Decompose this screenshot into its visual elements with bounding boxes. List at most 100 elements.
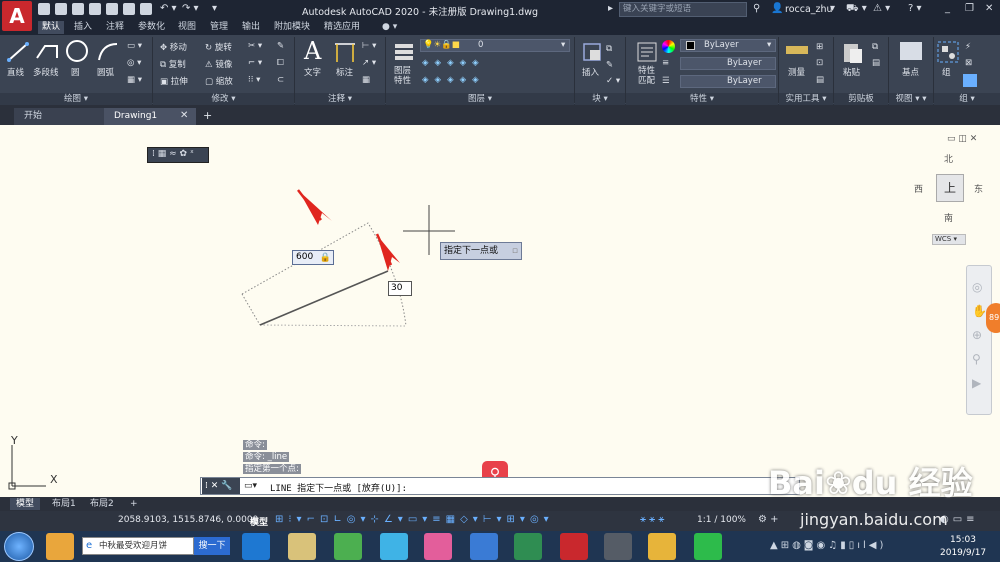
print-icon[interactable] <box>123 3 135 15</box>
nav-tools-icons[interactable]: ◎ ✋ ⊕ ⚲ ▶ <box>972 275 987 395</box>
paste-icon[interactable] <box>840 40 864 64</box>
coordinates-readout[interactable]: 2058.9103, 1515.8746, 0.0000 <box>118 515 258 525</box>
layers-panel-title[interactable]: 图层 ▾ <box>386 93 574 105</box>
rectangle-icon[interactable]: ▭ ▾ <box>127 41 142 51</box>
create-block-icon[interactable]: ⧉ <box>606 44 612 54</box>
id-point-icon[interactable]: ⊡ <box>816 58 823 68</box>
viewport-controls-icon[interactable]: ▭ ◫ ✕ <box>947 134 977 144</box>
viewcube-north[interactable]: 北 <box>944 152 953 165</box>
tab-extra-icon[interactable]: ● ▾ <box>378 21 401 34</box>
close-tab-icon[interactable]: ✕ <box>180 110 188 121</box>
arc-tool-icon[interactable] <box>96 40 120 64</box>
viewcube-east[interactable]: 东 <box>974 182 983 195</box>
circle-tool-icon[interactable] <box>64 38 90 64</box>
mirror-tool[interactable]: ⚠ 镜像 <box>205 58 232 70</box>
qat-dropdown-icon[interactable]: ▾ <box>212 3 217 14</box>
layer-properties-label[interactable]: 图层 特性 <box>394 66 411 86</box>
match-properties-icon[interactable] <box>635 40 659 64</box>
line-tool-label[interactable]: 直线 <box>7 66 24 78</box>
new-tab-icon[interactable]: + <box>203 109 212 122</box>
tab-featured-apps[interactable]: 精选应用 <box>320 21 364 34</box>
table-icon[interactable]: ▦ ▾ <box>127 75 142 85</box>
wcs-menu[interactable]: WCS ▾ <box>932 234 966 245</box>
match-properties-label[interactable]: 特性 匹配 <box>638 66 655 86</box>
search-input[interactable]: 键入关键字或短语 <box>619 2 747 17</box>
group-label[interactable]: 组 <box>942 66 951 78</box>
undo-icon[interactable]: ↶ ▾ <box>160 3 177 14</box>
color-wheel-icon[interactable] <box>662 40 675 53</box>
app-green-icon[interactable] <box>334 533 362 560</box>
minimize-icon[interactable]: _ <box>945 3 950 14</box>
paste-label[interactable]: 粘贴 <box>843 66 860 78</box>
draw-panel-title[interactable]: 绘图 ▾ <box>0 93 152 105</box>
edit-block-icon[interactable]: ✎ <box>606 60 613 70</box>
tab-addins[interactable]: 附加模块 <box>270 21 314 34</box>
properties-panel-title[interactable]: 特性 ▾ <box>626 93 778 105</box>
quick-select-icon[interactable]: ⊞ <box>816 42 823 52</box>
modify-panel-title[interactable]: 修改 ▾ <box>153 93 294 105</box>
block-attr-icon[interactable]: ✓ ▾ <box>606 76 620 86</box>
leader-icon[interactable]: ↗ ▾ <box>362 58 376 68</box>
system-tray-icons[interactable]: ▲⊞◍◙◉♫▮▯ıl◀) <box>770 540 886 551</box>
app-pinwheel-icon[interactable] <box>424 533 452 560</box>
restore-icon[interactable]: ❐ <box>965 3 974 14</box>
tab-output[interactable]: 输出 <box>238 21 264 34</box>
explode-icon[interactable]: ⧠ <box>277 58 284 68</box>
wechat-icon[interactable] <box>694 533 722 560</box>
tab-default[interactable]: 默认 <box>38 21 65 34</box>
linear-dim-icon[interactable]: ⊢ ▾ <box>362 41 376 51</box>
line-tool-icon[interactable] <box>6 40 30 64</box>
model-space-toggle[interactable]: 模型 <box>250 515 268 528</box>
command-line-controls[interactable]: ⁞ ✕ 🔧 <box>202 478 240 494</box>
settings-icon[interactable]: ⚙ + <box>758 514 779 525</box>
layer-properties-icon[interactable] <box>392 40 416 64</box>
baidu-netdisk-icon[interactable] <box>470 533 498 560</box>
user-icon[interactable]: 👤 <box>771 3 783 14</box>
open-file-icon[interactable] <box>55 3 67 15</box>
block-panel-title[interactable]: 块 ▾ <box>575 93 625 105</box>
tab-insert[interactable]: 插入 <box>70 21 96 34</box>
user-dropdown-icon[interactable]: ▾ <box>830 3 835 14</box>
help-icon[interactable]: ? ▾ <box>908 3 922 14</box>
polyline-tool-label[interactable]: 多段线 <box>33 66 59 78</box>
circle-tool-label[interactable]: 圆 <box>71 66 80 78</box>
angle-input[interactable]: 30 <box>388 281 412 296</box>
save-as-icon[interactable] <box>89 3 101 15</box>
close-icon[interactable]: ✕ <box>985 3 993 14</box>
arc-tool-label[interactable]: 圆弧 <box>97 66 114 78</box>
length-input[interactable]: 600 🔒 <box>292 250 334 265</box>
user-name[interactable]: rocca_zhu <box>785 4 833 15</box>
web-icon[interactable] <box>140 3 152 15</box>
chrome-icon[interactable] <box>648 533 676 560</box>
stretch-tool[interactable]: ▣ 拉伸 <box>160 75 188 87</box>
layer-tools-row2-icon[interactable]: ◈◈◈◈◈ <box>422 75 485 85</box>
media-player-icon[interactable] <box>380 533 408 560</box>
command-prompt[interactable]: LINE 指定下一点或 [放弃(U)]: <box>270 481 407 494</box>
group-icon[interactable] <box>936 40 960 64</box>
search-icon[interactable]: ⚲ <box>753 3 760 14</box>
trim-icon[interactable]: ✂ ▾ <box>248 41 262 51</box>
scale-tool[interactable]: ▢ 缩放 <box>205 75 233 87</box>
polyline-tool-icon[interactable] <box>35 40 59 64</box>
table-annotation-icon[interactable]: ▦ <box>362 75 370 85</box>
start-button[interactable] <box>4 532 34 561</box>
base-view-icon[interactable] <box>900 42 922 60</box>
array-icon[interactable]: ⁝⁝ ▾ <box>248 75 260 85</box>
a360-icon[interactable]: ⚠ ▾ <box>873 3 890 14</box>
utilities-panel-title[interactable]: 实用工具 ▾ <box>779 93 833 105</box>
calculator-icon[interactable]: ▤ <box>816 75 824 85</box>
nav-badge[interactable]: 89 <box>986 303 1000 333</box>
viewcube-west[interactable]: 西 <box>914 182 923 195</box>
base-view-label[interactable]: 基点 <box>902 66 919 78</box>
cart-icon[interactable]: ⛟ ▾ <box>846 3 867 16</box>
group-select-icon[interactable] <box>963 74 977 87</box>
view-panel-title[interactable]: 视图 ▾ ▾ <box>889 93 933 105</box>
taskbar-app-icon[interactable] <box>46 533 74 560</box>
fillet-icon[interactable]: ⌐ ▾ <box>248 58 262 68</box>
app-triangle-icon[interactable] <box>514 533 542 560</box>
autocad-app-icon[interactable]: A <box>2 1 32 31</box>
insert-block-icon[interactable] <box>580 40 604 64</box>
viewcube-top[interactable]: 上 <box>936 174 964 202</box>
annotation-scale-icon[interactable]: ⚹ ⚹ ⚹ <box>640 514 664 525</box>
viewcube-south[interactable]: 南 <box>944 211 953 224</box>
